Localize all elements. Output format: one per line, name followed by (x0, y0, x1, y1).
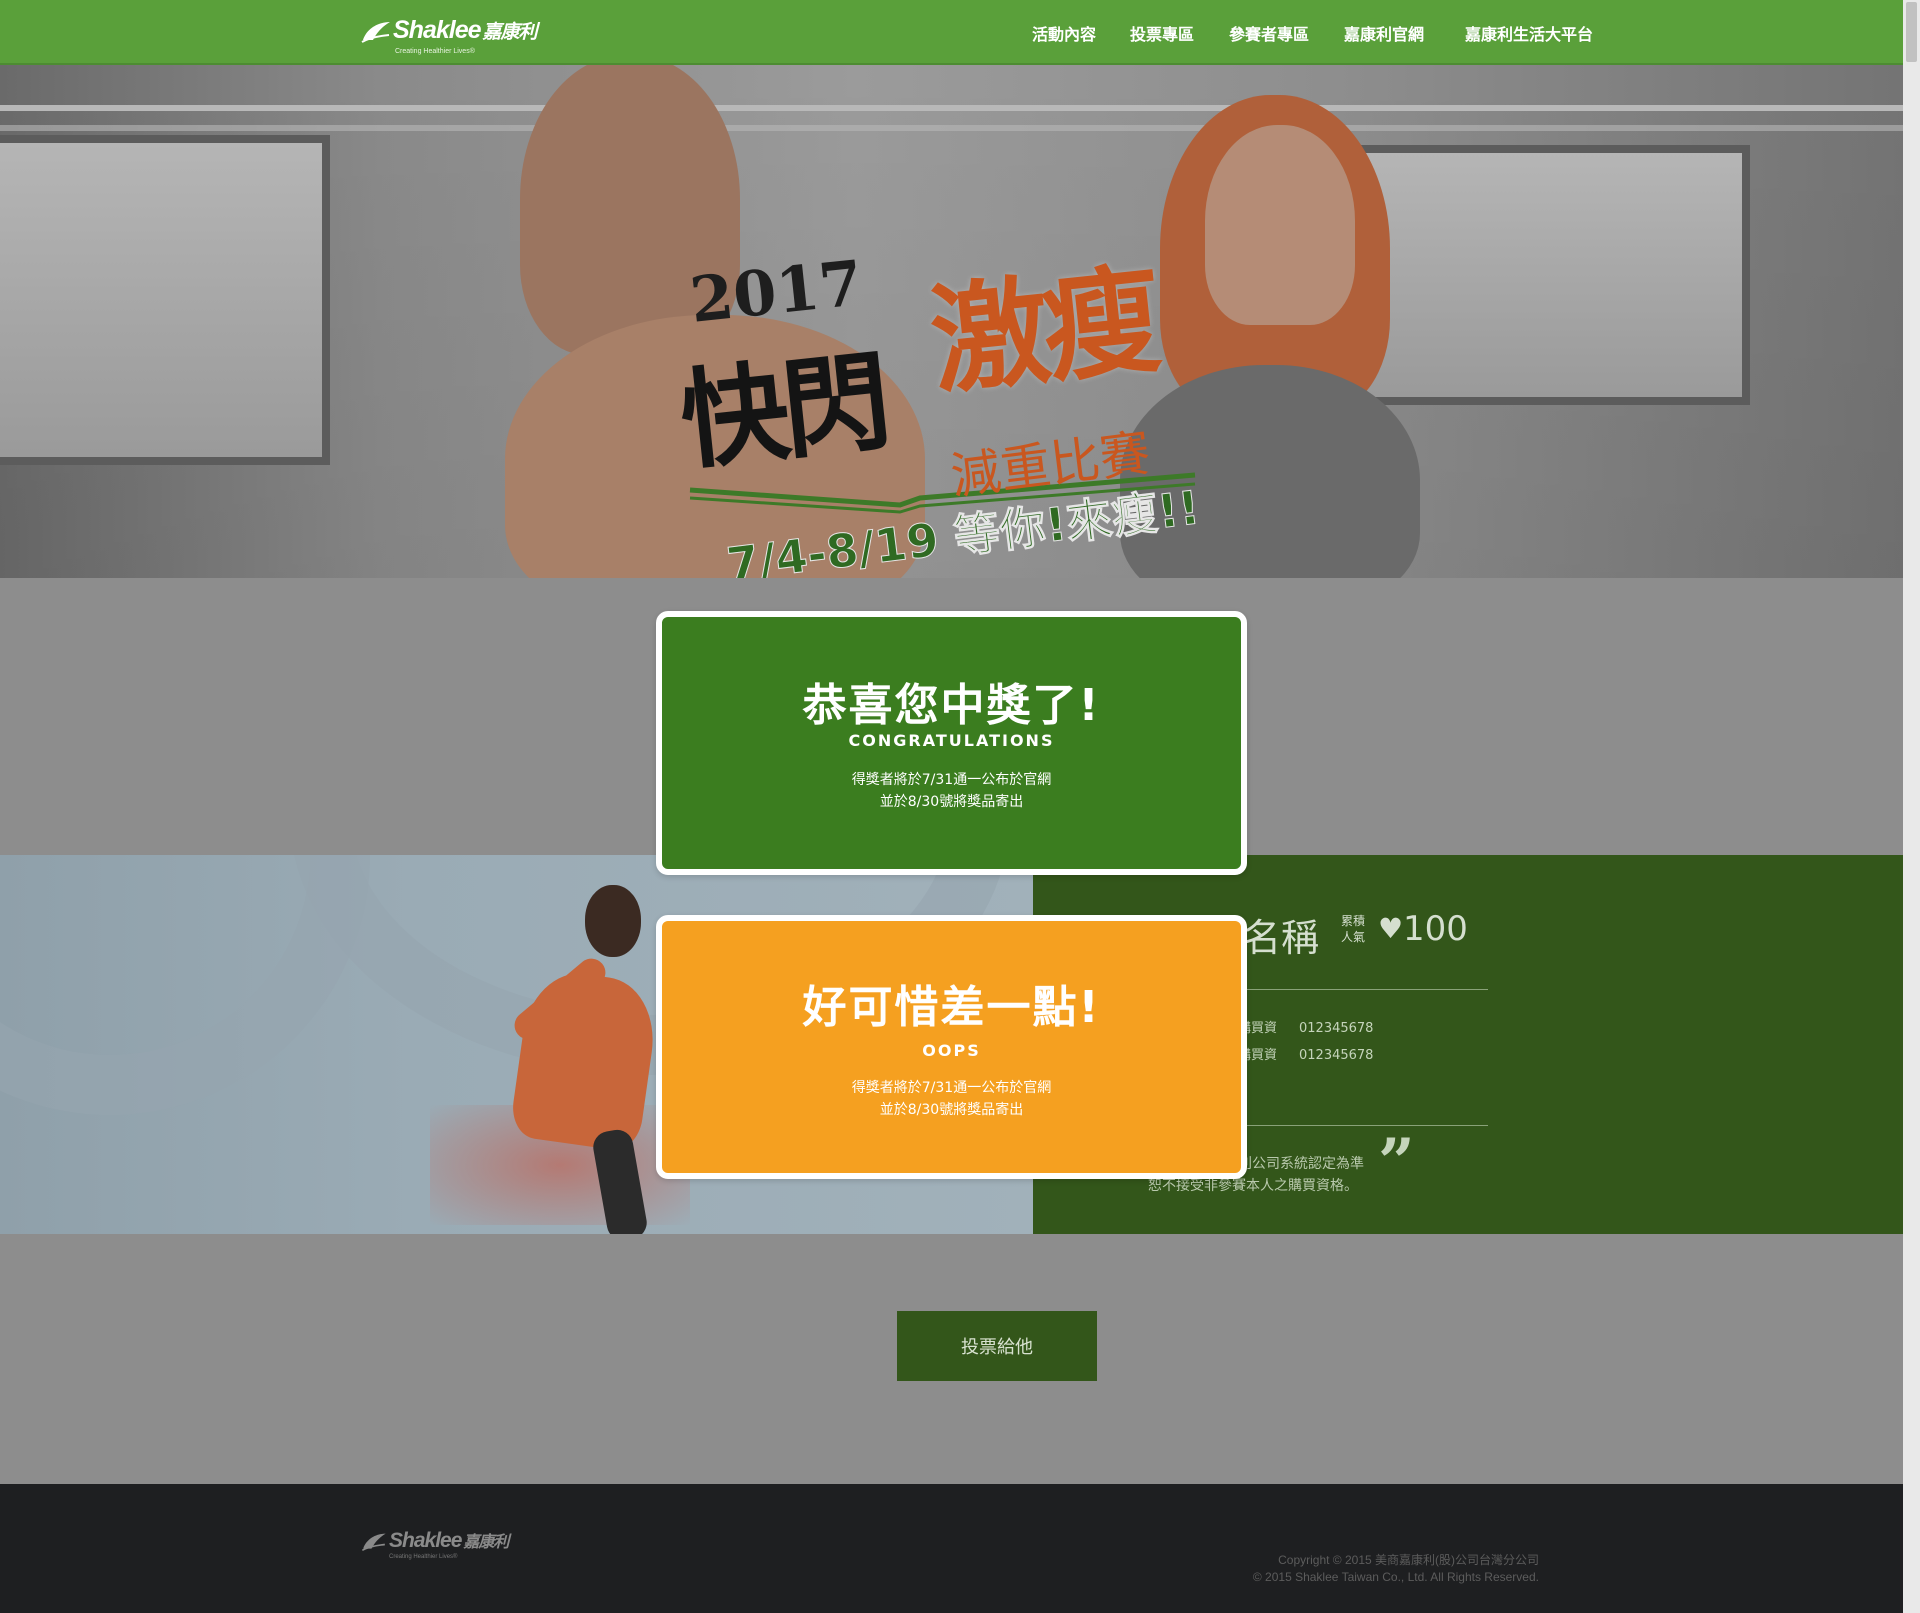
lose-subtitle: OOPS (922, 1041, 981, 1060)
note-line: 利公司系統認定為準 (1238, 1156, 1364, 1172)
site-footer: Shaklee 嘉康利 Creating Healthier Lives® Cop… (0, 1484, 1903, 1613)
site-header: Shaklee 嘉康利 Creating Healthier Lives® 活動內… (0, 0, 1903, 65)
lose-title: 好可惜差一點! (802, 982, 1101, 1033)
vote-count: 100 (1403, 909, 1468, 949)
vote-button[interactable]: 投票給他 (897, 1311, 1097, 1381)
nav-item-life-platform[interactable]: 嘉康利生活大平台 (1465, 21, 1593, 45)
purchase-line: 購買資 012345678 (1238, 1021, 1374, 1036)
ceiling-beam (0, 125, 1903, 131)
copyright: Copyright © 2015 美商嘉康利(股)公司台灣分公司 © 2015 … (1253, 1552, 1539, 1586)
brand-tagline: Creating Healthier Lives® (395, 48, 475, 55)
brand-name: Shaklee (393, 16, 482, 44)
nav-item-activity[interactable]: 活動內容 (1032, 21, 1096, 45)
hero-banner: 2017 快閃 激瘦 減重比賽 7/4-8/19 等你!來瘦!! (0, 65, 1903, 578)
gym-window (0, 135, 330, 465)
lose-result-card: 好可惜差一點! OOPS 得獎者將於7/31通一公布於官網 並於8/30號將獎品… (656, 915, 1247, 1179)
purchase-line: 購買資 012345678 (1238, 1048, 1374, 1063)
win-title: 恭喜您中獎了! (802, 680, 1101, 731)
brand-name: Shaklee (389, 1529, 462, 1552)
brand-name-cn: 嘉康利 (463, 1534, 509, 1551)
brand-name-cn: 嘉康利 (482, 22, 538, 43)
win-subtitle: CONGRATULATIONS (848, 731, 1055, 750)
woman-photo (1205, 125, 1355, 325)
contestant-name: 名稱 (1243, 916, 1320, 960)
ceiling-beam (0, 105, 1903, 111)
popularity-label: 累積人氣 (1341, 914, 1366, 944)
gym-window (1330, 145, 1750, 405)
page-scrollbar[interactable] (1903, 0, 1920, 1613)
leaf-logo-icon (361, 22, 390, 43)
heart-icon: ♥ (1378, 912, 1404, 945)
win-result-card: 恭喜您中獎了! CONGRATULATIONS 得獎者將於7/31通一公布於官網… (656, 611, 1247, 875)
lose-description: 得獎者將於7/31通一公布於官網 並於8/30號將獎品寄出 (851, 1080, 1052, 1118)
copyright-cn: Copyright © 2015 美商嘉康利(股)公司台灣分公司 (1278, 1553, 1539, 1567)
win-description: 得獎者將於7/31通一公布於官網 並於8/30號將獎品寄出 (851, 772, 1052, 810)
hero-title-accent: 激瘦 (924, 250, 1162, 412)
nav-item-official-site[interactable]: 嘉康利官網 (1344, 21, 1424, 45)
scrollbar-thumb[interactable] (1906, 2, 1917, 62)
nav-item-contestants[interactable]: 參賽者專區 (1229, 21, 1309, 45)
copyright-en: © 2015 Shaklee Taiwan Co., Ltd. All Righ… (1252, 1570, 1539, 1584)
nav-item-voting[interactable]: 投票專區 (1130, 21, 1194, 45)
leaf-logo-icon (361, 1533, 386, 1552)
quote-close-icon: ” (1378, 1125, 1415, 1200)
brand-tagline: Creating Healthier Lives® (389, 1554, 458, 1560)
